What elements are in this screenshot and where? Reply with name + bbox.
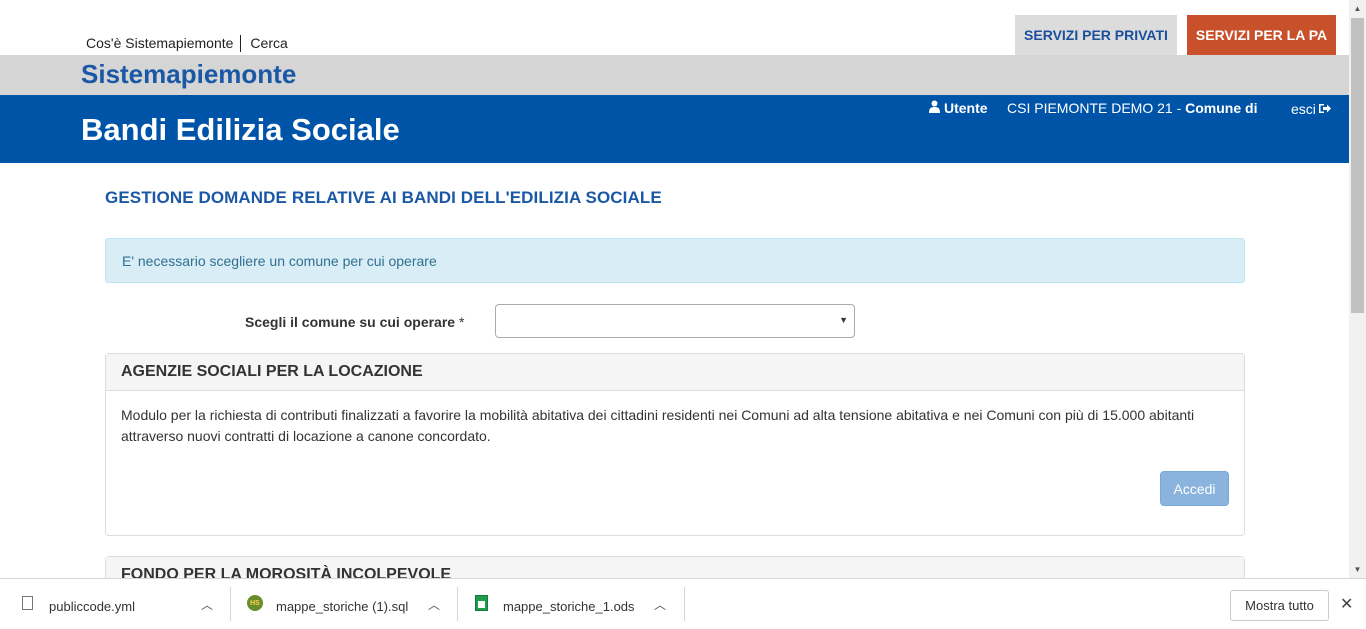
sign-out-icon <box>1318 101 1331 117</box>
chevron-up-icon[interactable]: ︿ <box>654 596 666 613</box>
spreadsheet-icon <box>475 595 488 611</box>
logout-button[interactable]: esci <box>1291 101 1331 117</box>
download-filename: publiccode.yml <box>49 599 135 614</box>
org-prefix: CSI PIEMONTE DEMO 21 - <box>1007 100 1186 116</box>
organization-name: CSI PIEMONTE DEMO 21 - Comune di <box>1007 100 1257 116</box>
page-title: GESTIONE DOMANDE RELATIVE AI BANDI DELL'… <box>105 188 662 207</box>
select-label-text: Scegli il comune su cui operare <box>245 314 456 330</box>
brand-title[interactable]: Sistemapiemonte <box>81 59 296 90</box>
show-all-downloads-button[interactable]: Mostra tutto <box>1230 590 1329 621</box>
search-link[interactable]: Cerca <box>250 35 287 52</box>
sql-file-icon: HS <box>247 595 263 611</box>
download-filename: mappe_storiche (1).sql <box>276 599 409 614</box>
downloads-bar: publiccode.yml ︿ HS mappe_storiche (1).s… <box>0 578 1366 629</box>
municipality-select-label: Scegli il comune su cui operare * <box>245 314 464 330</box>
chevron-up-icon[interactable]: ︿ <box>428 596 440 613</box>
panel-description: Modulo per la richiesta di contributi fi… <box>121 407 1195 444</box>
info-alert: E' necessario scegliere un comune per cu… <box>105 238 1245 283</box>
app-title: Bandi Edilizia Sociale <box>81 112 400 147</box>
scroll-down-arrow-icon[interactable]: ▼ <box>1349 561 1366 578</box>
download-item[interactable]: HS mappe_storiche (1).sql ︿ <box>231 579 457 629</box>
download-filename: mappe_storiche_1.ods <box>503 599 635 614</box>
top-links: Cos'è Sistemapiemonte Cerca <box>86 35 288 52</box>
user-label: Utente <box>944 100 988 116</box>
file-icon <box>22 596 33 610</box>
org-municipality: Comune di <box>1185 100 1258 116</box>
download-item[interactable]: mappe_storiche_1.ods ︿ <box>458 579 684 629</box>
chevron-up-icon[interactable]: ︿ <box>201 596 213 613</box>
panel-title: AGENZIE SOCIALI PER LA LOCAZIONE <box>106 354 1244 391</box>
access-button[interactable]: Accedi <box>1160 471 1229 506</box>
user-info: Utente <box>929 100 988 116</box>
services-pa-tab[interactable]: SERVIZI PER LA PA <box>1187 15 1336 55</box>
required-marker: * <box>458 314 465 330</box>
panel-social-rental-agencies: AGENZIE SOCIALI PER LA LOCAZIONE Modulo … <box>105 353 1245 536</box>
caret-down-icon: ▼ <box>839 315 848 325</box>
divider <box>684 587 685 621</box>
download-item[interactable]: publiccode.yml ︿ <box>0 579 230 629</box>
close-icon[interactable]: ✕ <box>1340 594 1353 614</box>
link-divider <box>240 35 242 52</box>
about-link[interactable]: Cos'è Sistemapiemonte <box>86 35 233 52</box>
services-private-tab[interactable]: SERVIZI PER PRIVATI <box>1015 15 1177 55</box>
scrollbar-thumb[interactable] <box>1351 18 1364 313</box>
scroll-up-arrow-icon[interactable]: ▲ <box>1349 0 1366 17</box>
municipality-select[interactable]: ▼ <box>495 304 855 338</box>
logout-label: esci <box>1291 101 1316 117</box>
user-icon <box>929 100 940 116</box>
